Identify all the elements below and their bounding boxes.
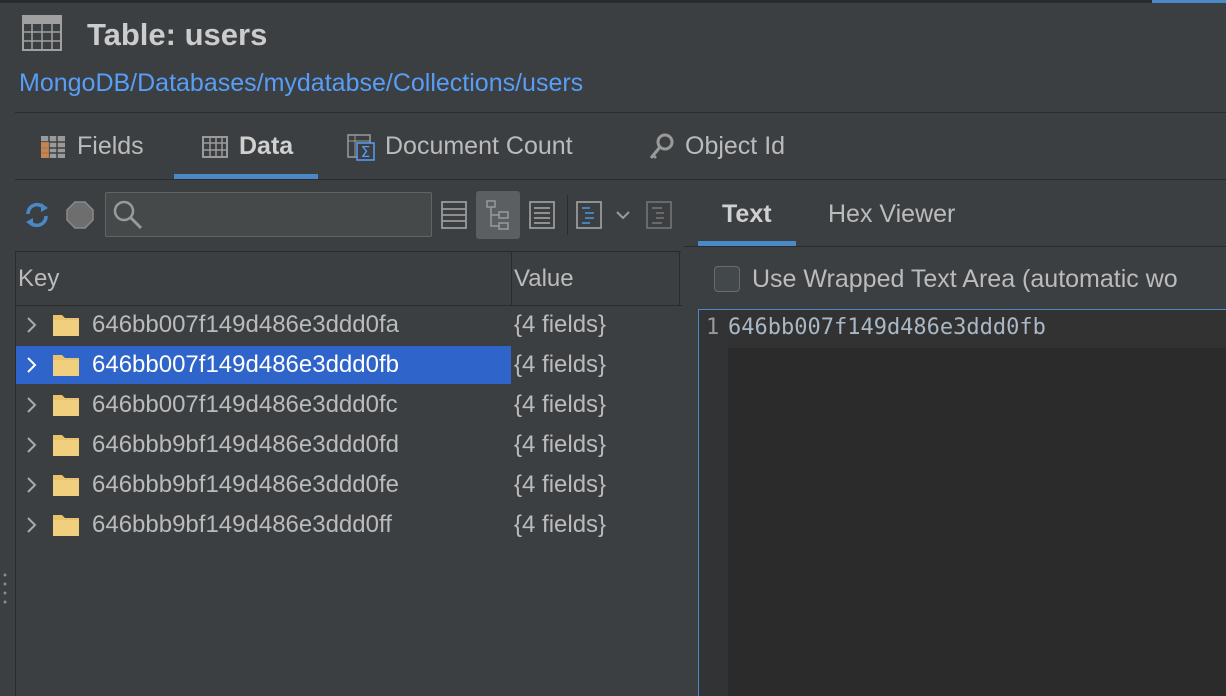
sum-table-icon: Σ <box>347 133 375 161</box>
tree-header: Key Value <box>16 252 682 306</box>
tab-fields[interactable]: Fields <box>39 113 144 180</box>
viewer-tabs-divider <box>684 246 1226 247</box>
row-key: 646bb007f149d486e3ddd0fc <box>92 391 398 418</box>
folder-icon <box>53 395 79 416</box>
tree-view-button[interactable] <box>476 191 520 239</box>
tab-label: Data <box>239 132 294 160</box>
row-key: 646bb007f149d486e3ddd0fa <box>92 311 399 338</box>
splitter-handle[interactable] <box>3 572 7 604</box>
page-title: Table: users <box>87 17 268 52</box>
folder-icon <box>53 435 79 456</box>
table-row[interactable]: 646bbb9bf149d486e3ddd0ff {4 fields} <box>16 506 682 544</box>
row-key: 646bbb9bf149d486e3ddd0fd <box>92 431 399 458</box>
tabs-divider <box>15 179 1226 180</box>
search-input[interactable] <box>150 193 428 236</box>
document-tree: Key Value 646bb007f149d486e3ddd0fa {4 fi… <box>15 251 682 696</box>
wrap-label: Use Wrapped Text Area (automatic wo <box>752 264 1178 293</box>
table-row[interactable]: 646bb007f149d486e3ddd0fa {4 fields} <box>16 306 682 344</box>
tab-label: Object Id <box>685 132 786 160</box>
column-divider <box>679 252 680 306</box>
wrap-option: Use Wrapped Text Area (automatic wo <box>714 263 1178 295</box>
row-value: {4 fields} <box>514 351 607 378</box>
column-header-value[interactable]: Value <box>514 252 574 306</box>
wrap-checkbox[interactable] <box>714 266 740 292</box>
row-value: {4 fields} <box>514 391 607 418</box>
column-header-key[interactable]: Key <box>18 252 59 306</box>
header: Table: users MongoDB/Databases/mydatabse… <box>0 3 1226 113</box>
line-number: 1 <box>706 315 720 340</box>
tree-view-icon <box>486 200 509 230</box>
grid-icon <box>202 135 228 158</box>
table-row[interactable]: 646bb007f149d486e3ddd0fb {4 fields} <box>16 346 682 384</box>
export-button[interactable] <box>637 191 681 239</box>
text-view-button[interactable] <box>520 191 564 239</box>
dropdown-button[interactable] <box>605 191 641 239</box>
tab-label: Text <box>722 199 772 228</box>
row-key: 646bbb9bf149d486e3ddd0ff <box>92 511 392 538</box>
column-divider[interactable] <box>511 252 512 306</box>
table-view-button[interactable] <box>432 191 476 239</box>
chevron-right-icon[interactable] <box>24 474 40 496</box>
stop-icon <box>66 201 94 229</box>
row-value: {4 fields} <box>514 511 607 538</box>
key-icon <box>649 133 674 159</box>
folder-icon <box>53 515 79 536</box>
svg-text:Σ: Σ <box>361 143 370 161</box>
current-line: 646bb007f149d486e3ddd0fb <box>728 310 1226 348</box>
editor-content: 646bb007f149d486e3ddd0fb <box>728 315 1046 340</box>
search-box <box>105 192 432 237</box>
tab-label: Document Count <box>385 132 573 160</box>
table-row[interactable]: 646bbb9bf149d486e3ddd0fe {4 fields} <box>16 466 682 504</box>
toolbar <box>15 181 683 247</box>
tab-label: Fields <box>77 132 144 160</box>
table-icon <box>22 15 62 51</box>
tab-bar: Fields Data Σ Document Count Object Id <box>15 113 1226 180</box>
row-value: {4 fields} <box>514 471 607 498</box>
stop-button[interactable] <box>58 191 102 239</box>
chevron-right-icon[interactable] <box>24 514 40 536</box>
row-value: {4 fields} <box>514 431 607 458</box>
table-view-icon <box>441 201 467 229</box>
chevron-right-icon[interactable] <box>24 434 40 456</box>
chevron-right-icon[interactable] <box>24 394 40 416</box>
editor-background <box>728 348 1226 696</box>
refresh-button[interactable] <box>15 191 59 239</box>
chevron-right-icon[interactable] <box>24 314 40 336</box>
breadcrumb[interactable]: MongoDB/Databases/mydatabse/Collections/… <box>19 69 583 98</box>
filter-icon <box>576 201 602 229</box>
search-icon <box>113 200 143 230</box>
folder-icon <box>53 315 79 336</box>
row-key: 646bb007f149d486e3ddd0fb <box>92 351 399 378</box>
viewer-panel: Text Hex Viewer Use Wrapped Text Area (a… <box>684 181 1226 696</box>
text-editor[interactable]: 1 646bb007f149d486e3ddd0fb <box>698 309 1226 696</box>
refresh-icon <box>26 202 48 228</box>
table-row[interactable]: 646bb007f149d486e3ddd0fc {4 fields} <box>16 386 682 424</box>
tab-hex-viewer[interactable]: Hex Viewer <box>828 181 955 247</box>
text-view-icon <box>529 201 555 229</box>
row-value: {4 fields} <box>514 311 607 338</box>
tab-document-count[interactable]: Σ Document Count <box>347 113 573 180</box>
table-icon <box>41 135 65 158</box>
export-icon <box>646 201 672 229</box>
tab-data[interactable]: Data <box>174 113 319 180</box>
tab-text[interactable]: Text <box>698 181 796 247</box>
tab-label: Hex Viewer <box>828 199 956 228</box>
line-gutter: 1 <box>699 310 728 696</box>
row-key: 646bbb9bf149d486e3ddd0fe <box>92 471 399 498</box>
tab-object-id[interactable]: Object Id <box>647 113 785 180</box>
table-row[interactable]: 646bbb9bf149d486e3ddd0fd {4 fields} <box>16 426 682 464</box>
folder-icon <box>53 355 79 376</box>
chevron-down-icon <box>616 211 630 220</box>
folder-icon <box>53 475 79 496</box>
chevron-right-icon[interactable] <box>24 354 40 376</box>
